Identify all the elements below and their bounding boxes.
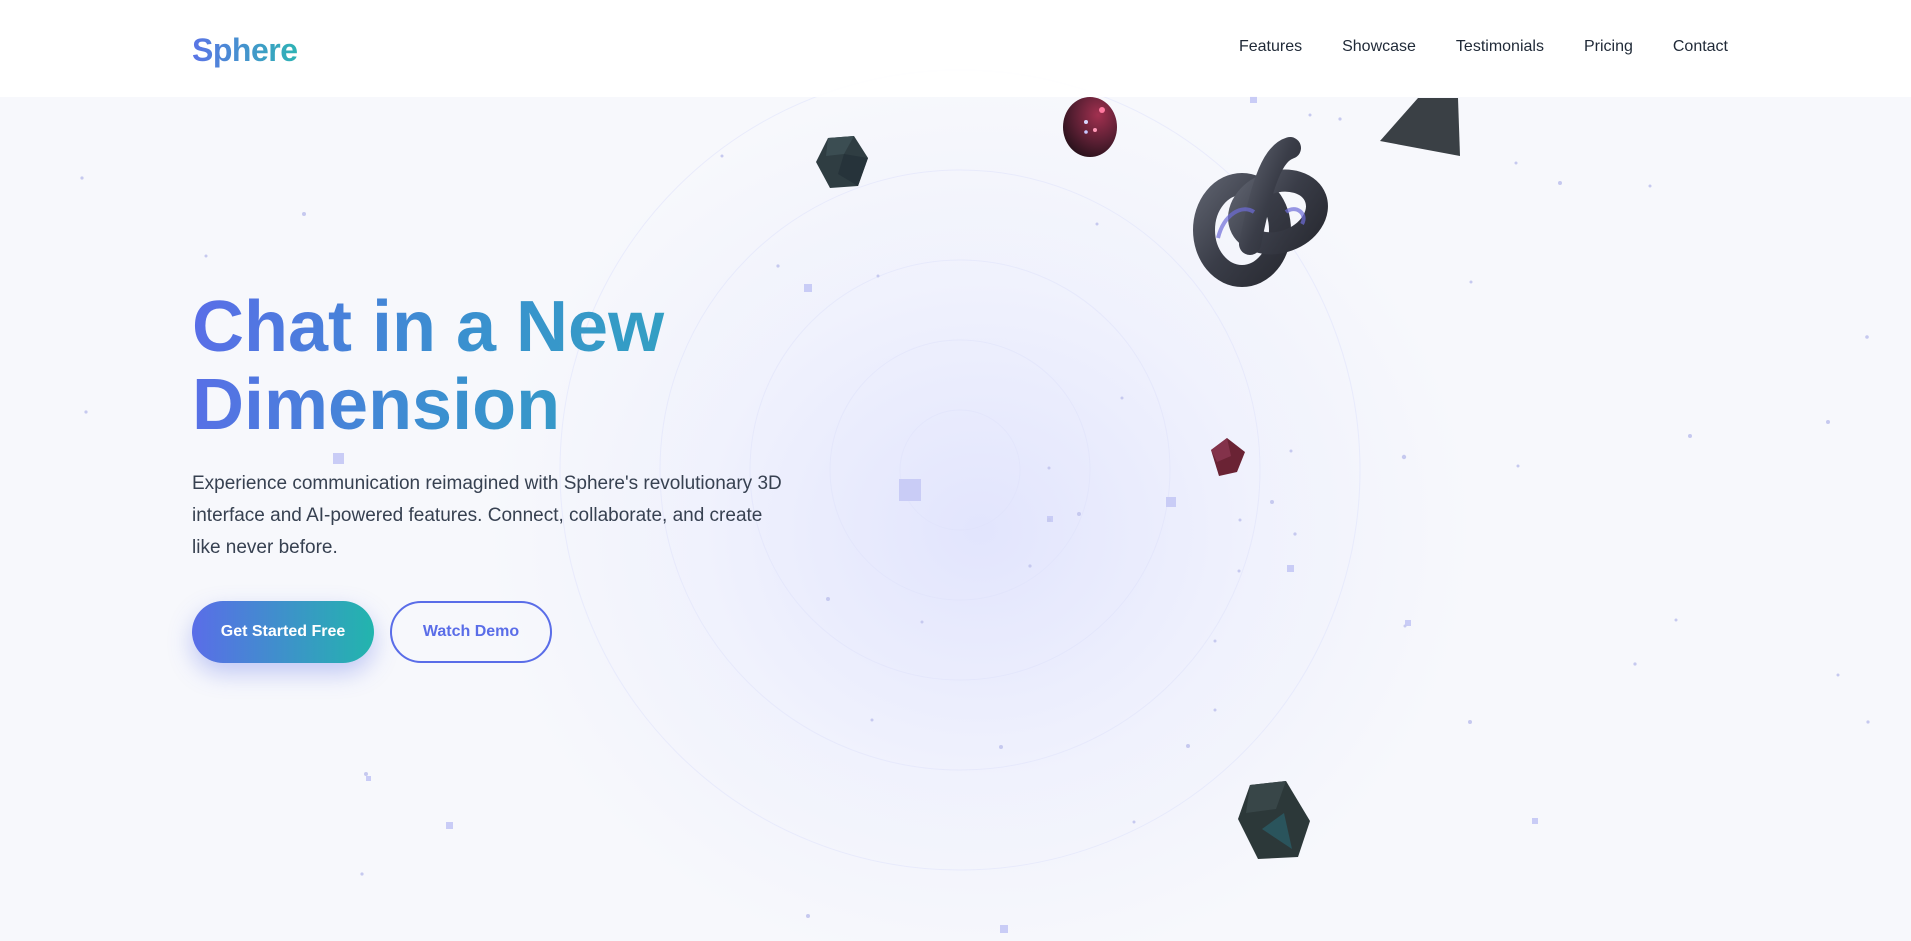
get-started-button[interactable]: Get Started Free: [192, 601, 374, 663]
nav-link-pricing[interactable]: Pricing: [1584, 38, 1633, 56]
dodecahedron-icon: [1238, 781, 1310, 859]
pyramid-icon: [1380, 98, 1460, 156]
nav-link-contact[interactable]: Contact: [1673, 38, 1728, 56]
nav-link-features[interactable]: Features: [1239, 38, 1302, 56]
hero-title-line-1: Chat in a New: [192, 287, 665, 367]
cube-icon: [1211, 438, 1245, 476]
hero-title-line-2: Dimension: [192, 365, 561, 445]
landing-page: Sphere Features Showcase Testimonials Pr…: [0, 0, 1911, 941]
sphere-icon: [1063, 97, 1117, 157]
hero-description: Experience communication reimagined with…: [192, 473, 782, 558]
hero-title: Chat in a New Dimension: [192, 288, 752, 444]
top-navbar: Sphere Features Showcase Testimonials Pr…: [0, 0, 1911, 97]
watch-demo-button[interactable]: Watch Demo: [390, 601, 552, 663]
nav-link-showcase[interactable]: Showcase: [1342, 38, 1416, 56]
dodecahedron-icon: [816, 136, 868, 188]
logo[interactable]: Sphere: [192, 32, 298, 69]
torus-knot-icon: [1193, 137, 1328, 287]
nav-link-testimonials[interactable]: Testimonials: [1456, 38, 1544, 56]
nav-links: Features Showcase Testimonials Pricing C…: [1199, 38, 1728, 56]
